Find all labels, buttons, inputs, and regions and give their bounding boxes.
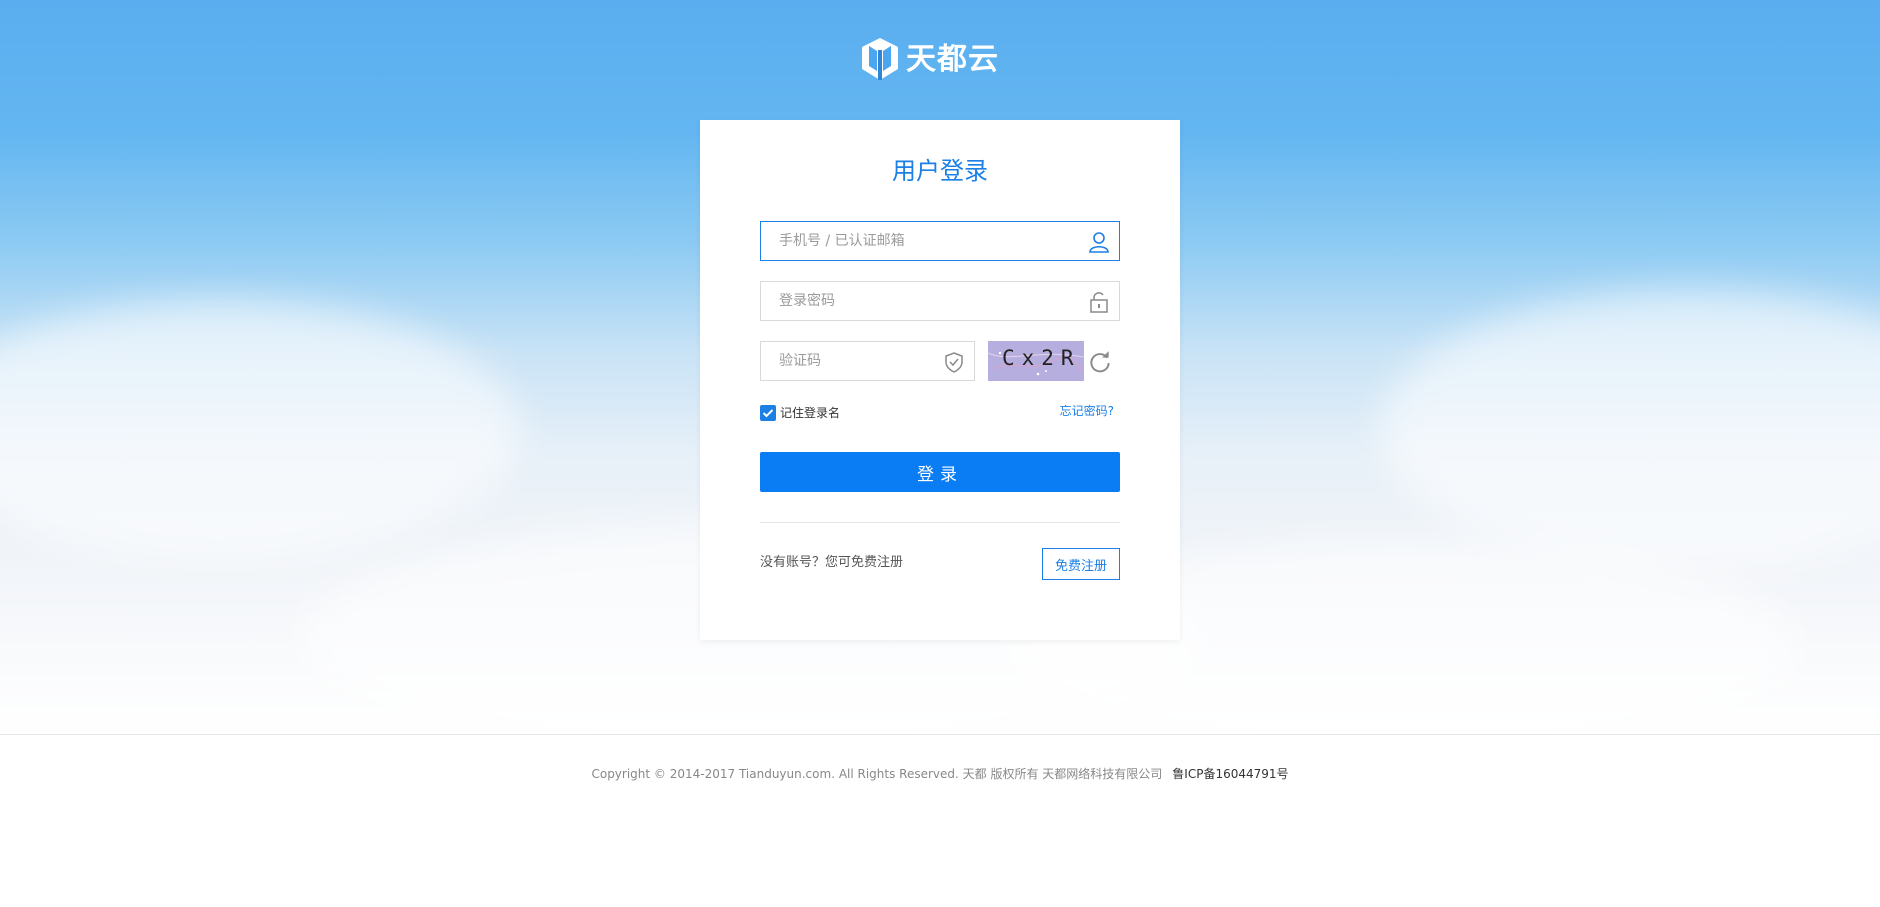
forgot-password-link[interactable]: 忘记密码? xyxy=(1060,403,1114,419)
account-field[interactable] xyxy=(760,221,1120,261)
footer-divider xyxy=(0,734,1880,735)
refresh-icon[interactable] xyxy=(1087,349,1113,375)
lock-icon xyxy=(1090,292,1108,313)
remember-login[interactable]: 记住登录名 xyxy=(760,405,840,421)
tianduyun-logo-icon xyxy=(862,38,898,80)
account-input[interactable] xyxy=(779,222,1077,260)
password-input[interactable] xyxy=(779,282,1077,320)
remember-label: 记住登录名 xyxy=(780,406,841,420)
cloud-decoration xyxy=(0,300,520,560)
copyright-text: Copyright © 2014-2017 Tianduyun.com. All… xyxy=(591,767,1163,781)
icp-link[interactable]: 鲁ICP备16044791号 xyxy=(1172,767,1288,781)
captcha-image[interactable]: Cx2R xyxy=(988,341,1084,381)
card-divider xyxy=(760,522,1120,523)
captcha-input[interactable] xyxy=(779,342,932,380)
register-button[interactable]: 免费注册 xyxy=(1042,548,1120,580)
login-card: 用户登录 Cx2R xyxy=(700,120,1180,640)
login-button[interactable]: 登录 xyxy=(760,452,1120,492)
captcha-field[interactable] xyxy=(760,341,975,381)
password-field[interactable] xyxy=(760,281,1120,321)
brand-logo: 天都云 xyxy=(860,36,999,84)
remember-checkbox[interactable] xyxy=(760,405,776,421)
no-account-text: 没有账号？您可免费注册 xyxy=(760,555,904,570)
shield-check-icon xyxy=(945,352,963,373)
footer-copyright: Copyright © 2014-2017 Tianduyun.com. All… xyxy=(0,765,1880,783)
brand-name: 天都云 xyxy=(906,42,999,77)
cloud-decoration xyxy=(1380,290,1880,570)
user-icon xyxy=(1089,232,1109,253)
checkmark-icon xyxy=(762,409,774,418)
captcha-code: Cx2R xyxy=(1002,346,1081,370)
login-title: 用户登录 xyxy=(892,157,988,185)
